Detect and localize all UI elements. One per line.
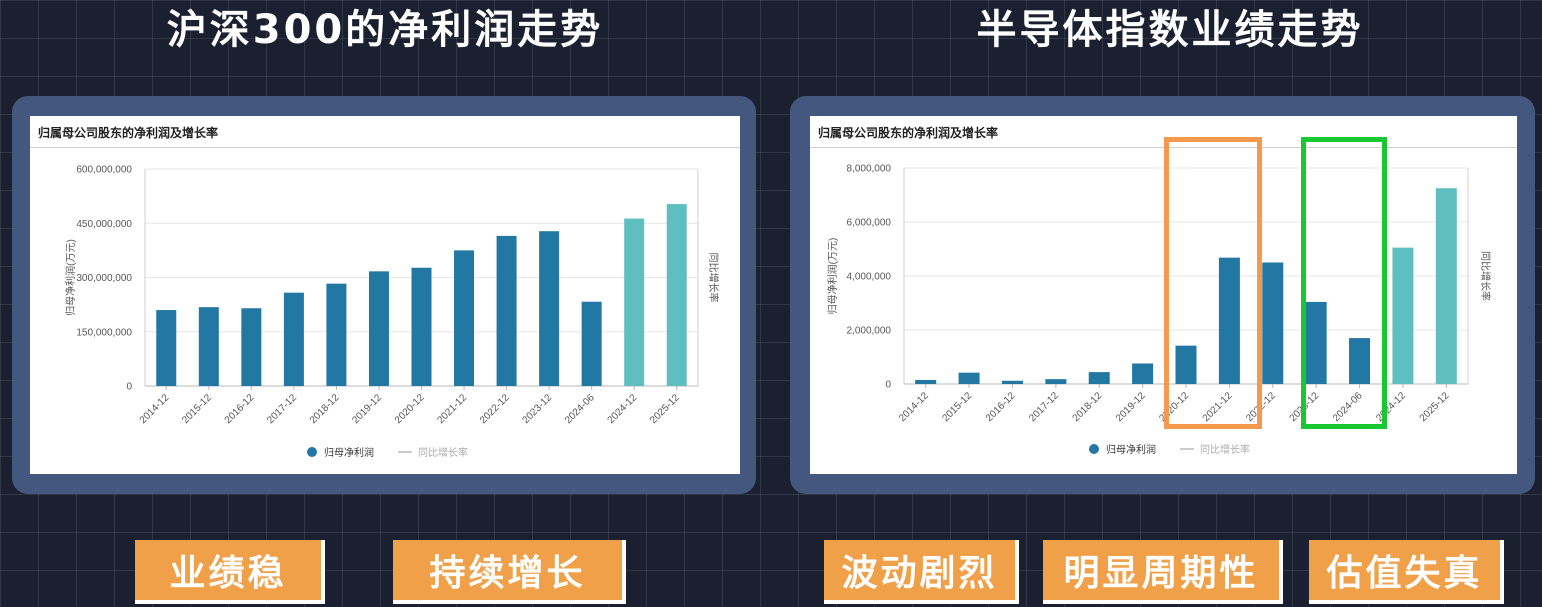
y-tick-label: 6,000,000 [847,218,892,229]
x-tick-label: 2017-12 [1027,390,1061,424]
x-tick-label: 2025-12 [648,392,682,426]
x-tick-label: 2022-12 [478,392,512,426]
bar [1132,363,1154,384]
x-tick-label: 2024-06 [563,392,597,426]
x-tick-label: 2021-12 [435,392,469,426]
y-tick-label: 8,000,000 [847,164,892,175]
x-tick-label: 2020-12 [393,392,427,426]
bar [283,292,304,386]
bar [156,310,177,386]
right-headline: 半导体指数业绩走势 [976,7,1364,53]
y-tick-label: 300,000,000 [76,273,132,284]
x-tick-label: 2017-12 [265,392,299,426]
y-tick-label: 150,000,000 [76,327,132,338]
y-tick-label: 4,000,000 [847,272,892,283]
bar [581,301,602,386]
tag-cyclicality: 明显周期性 [1043,540,1283,604]
bar [1001,380,1023,384]
x-tick-label: 2014-12 [897,390,931,424]
y-tick-label: 600,000,000 [76,165,132,176]
legend-marker-net-profit [1089,444,1099,454]
x-tick-label: 2015-12 [180,392,214,426]
bar [1088,372,1110,384]
bar [666,204,687,386]
bar [1262,262,1284,384]
legend-label-growth-rate: 同比增长率 [418,446,468,459]
left-bar-chart: 0 150,000,000 300,000,000 450,000,000 600,00… [64,165,720,460]
bar [241,308,262,386]
bar [958,372,980,384]
bar [1435,188,1457,384]
y-tick-label: 0 [126,382,132,393]
y-tick-label: 450,000,000 [76,219,132,230]
left-headline: 沪深300的净利润走势 [166,7,604,53]
x-tick-label: 2024-12 [606,392,640,426]
x-tick-label: 2014-12 [138,392,172,426]
x-tick-label: 2018-12 [308,392,342,426]
legend-marker-net-profit [307,447,317,457]
x-tick-label: 2016-12 [984,390,1018,424]
bar [454,250,475,386]
tag-valuation-distortion: 估值失真 [1309,540,1504,604]
y-tick-label: 2,000,000 [847,326,892,337]
x-tick-label: 2018-12 [1071,390,1105,424]
y2-axis-label: 同比增长率 [1479,251,1492,301]
bar [1045,379,1067,384]
legend-label-growth-rate: 同比增长率 [1200,443,1250,456]
x-tick-label: 2015-12 [940,390,974,424]
bar [915,379,937,384]
y-axis-label: 归母净利润(万元) [826,238,839,315]
x-tick-label: 2016-12 [223,392,257,426]
bar [496,235,517,386]
bar [326,283,347,386]
legend-label-net-profit: 归母净利润 [1106,443,1156,456]
bar [198,307,219,386]
x-tick-label: 2023-12 [521,392,555,426]
highlight-box-green [1301,137,1387,429]
bar [1392,247,1414,384]
x-tick-label: 2019-12 [350,392,384,426]
tag-high-volatility: 波动剧烈 [824,540,1019,604]
left-chart-frame: 归属母公司股东的净利润及增长率 0 150,000,000 300,000,000 4… [12,96,756,494]
left-chart-card: 归属母公司股东的净利润及增长率 0 150,000,000 300,000,000 4… [30,116,740,474]
bar [539,231,560,386]
y-axis-label: 归母净利润(万元) [64,239,77,316]
bar [411,267,432,386]
bar [624,218,645,386]
tag-stable-performance: 业绩稳 [135,540,325,604]
highlight-box-orange [1164,137,1262,429]
bar [368,271,389,386]
legend-label-net-profit: 归母净利润 [324,446,374,459]
x-tick-label: 2025-12 [1418,390,1452,424]
tag-continuous-growth: 持续增长 [393,540,626,604]
right-chart-frame: 归属母公司股东的净利润及增长率 0 2,000,000 4,000,000 6,000… [790,96,1535,494]
x-tick-label: 2019-12 [1114,390,1148,424]
y2-axis-label: 同比增长率 [707,253,720,303]
y-tick-label: 0 [885,380,891,391]
